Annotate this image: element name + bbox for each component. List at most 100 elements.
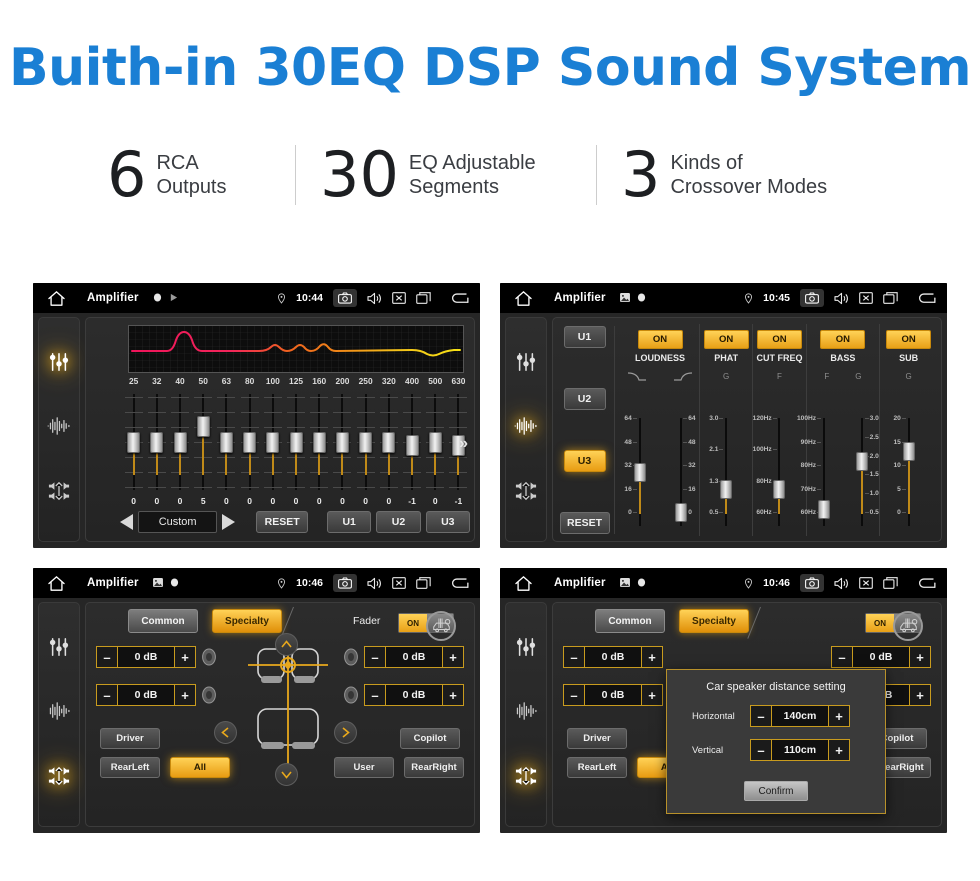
pan-up-button[interactable] xyxy=(275,633,298,656)
user-preset-u1-button[interactable]: U1 xyxy=(563,326,606,348)
decrement-button[interactable]: – xyxy=(831,646,853,668)
effect-slider[interactable]: 3.0 2.5 2.0 1.5 1.0 0.5 xyxy=(845,412,879,532)
slider-handle[interactable] xyxy=(720,480,733,499)
balance-icon[interactable] xyxy=(48,480,70,507)
effect-slider[interactable]: 100Hz 90Hz 80Hz 70Hz 60Hz xyxy=(797,412,841,532)
user-preset-u1-button[interactable]: U1 xyxy=(327,511,372,533)
increment-button[interactable]: + xyxy=(641,684,663,706)
slider-handle[interactable] xyxy=(196,416,210,437)
eq-band-slider[interactable]: 0 xyxy=(122,390,145,506)
slider-handle[interactable] xyxy=(289,432,303,453)
increment-button[interactable]: + xyxy=(641,646,663,668)
waveform-icon[interactable] xyxy=(47,417,71,440)
tab-specialty[interactable]: Specialty xyxy=(212,609,282,633)
seat-button-driver[interactable]: Driver xyxy=(100,728,160,749)
waveform-icon[interactable] xyxy=(514,417,538,440)
decrement-button[interactable]: – xyxy=(96,684,118,706)
equalizer-icon[interactable] xyxy=(515,352,537,377)
increment-button[interactable]: + xyxy=(442,646,464,668)
tab-common[interactable]: Common xyxy=(128,609,198,633)
recent-apps-icon[interactable] xyxy=(883,292,898,304)
seat-button-all[interactable]: All xyxy=(170,757,230,778)
home-icon[interactable] xyxy=(510,575,536,591)
recent-apps-icon[interactable] xyxy=(883,577,898,589)
slider-handle[interactable] xyxy=(633,463,646,482)
decrement-button[interactable]: – xyxy=(364,646,386,668)
back-icon[interactable] xyxy=(916,292,937,305)
slider-handle[interactable] xyxy=(856,452,868,471)
increment-button[interactable]: + xyxy=(828,705,850,727)
decrement-button[interactable]: – xyxy=(563,684,585,706)
decrement-button[interactable]: – xyxy=(750,739,772,761)
eq-band-slider[interactable]: 0 xyxy=(238,390,261,506)
slider-handle[interactable] xyxy=(359,432,373,453)
slider-handle[interactable] xyxy=(405,435,419,456)
effect-toggle-loudness[interactable]: ON xyxy=(637,330,683,349)
eq-band-slider[interactable]: 0 xyxy=(308,390,331,506)
volume-icon[interactable] xyxy=(367,577,382,590)
close-icon[interactable] xyxy=(392,577,406,589)
volume-icon[interactable] xyxy=(834,292,849,305)
waveform-icon[interactable] xyxy=(514,702,538,725)
effect-toggle-sub[interactable]: ON xyxy=(886,330,932,349)
decrement-button[interactable]: – xyxy=(364,684,386,706)
eq-band-slider[interactable]: 5 xyxy=(192,390,215,506)
close-icon[interactable] xyxy=(859,292,873,304)
user-preset-u3-button[interactable]: U3 xyxy=(425,511,470,533)
eq-slider-bank[interactable]: 0 0 0 5 0 0 0 0 0 0 0 0 -1 0 -1 xyxy=(122,390,470,506)
slider-handle[interactable] xyxy=(312,432,326,453)
eq-more-arrow[interactable]: » xyxy=(459,436,468,452)
seat-button-user[interactable]: User xyxy=(334,757,394,778)
waveform-icon[interactable] xyxy=(47,702,71,725)
slider-handle[interactable] xyxy=(773,480,786,499)
tab-specialty[interactable]: Specialty xyxy=(679,609,749,633)
increment-button[interactable]: + xyxy=(174,684,196,706)
decrement-button[interactable]: – xyxy=(563,646,585,668)
eq-band-slider[interactable]: 0 xyxy=(377,390,400,506)
car-settings-icon[interactable] xyxy=(426,611,456,641)
confirm-button[interactable]: Confirm xyxy=(744,781,808,801)
close-icon[interactable] xyxy=(392,292,406,304)
pan-right-button[interactable] xyxy=(334,721,357,744)
seat-button-rearleft[interactable]: RearLeft xyxy=(100,757,160,778)
balance-icon[interactable] xyxy=(48,765,70,792)
back-icon[interactable] xyxy=(916,577,937,590)
increment-button[interactable]: + xyxy=(442,684,464,706)
decrement-button[interactable]: – xyxy=(96,646,118,668)
recent-apps-icon[interactable] xyxy=(416,292,431,304)
recent-apps-icon[interactable] xyxy=(416,577,431,589)
eq-band-slider[interactable]: 0 xyxy=(331,390,354,506)
effect-toggle-phat[interactable]: ON xyxy=(703,330,749,349)
tab-common[interactable]: Common xyxy=(595,609,665,633)
close-icon[interactable] xyxy=(859,577,873,589)
home-icon[interactable] xyxy=(43,290,69,306)
pan-left-button[interactable] xyxy=(214,721,237,744)
balance-icon[interactable] xyxy=(515,480,537,507)
camera-icon[interactable] xyxy=(800,289,824,307)
effect-slider[interactable]: 3.0 2.1 1.3 0.5 xyxy=(707,412,745,532)
volume-icon[interactable] xyxy=(367,292,382,305)
equalizer-icon[interactable] xyxy=(48,352,70,377)
effect-slider[interactable]: 64 48 32 16 0 xyxy=(662,412,699,532)
increment-button[interactable]: + xyxy=(828,739,850,761)
user-preset-u2-button[interactable]: U2 xyxy=(376,511,421,533)
effect-toggle-cut-freq[interactable]: ON xyxy=(756,330,802,349)
eq-band-slider[interactable]: 0 xyxy=(424,390,447,506)
volume-icon[interactable] xyxy=(834,577,849,590)
eq-band-slider[interactable]: 0 xyxy=(168,390,191,506)
decrement-button[interactable]: – xyxy=(750,705,772,727)
pan-down-button[interactable] xyxy=(275,763,298,786)
equalizer-icon[interactable] xyxy=(515,637,537,662)
slider-handle[interactable] xyxy=(428,432,442,453)
user-preset-u3-button[interactable]: U3 xyxy=(563,450,606,472)
preset-next-button[interactable] xyxy=(222,514,236,530)
slider-handle[interactable] xyxy=(902,442,915,461)
balance-icon[interactable] xyxy=(515,765,537,792)
user-preset-u2-button[interactable]: U2 xyxy=(563,388,606,410)
eq-band-slider[interactable]: 0 xyxy=(284,390,307,506)
slider-handle[interactable] xyxy=(127,432,141,453)
slider-handle[interactable] xyxy=(817,500,830,519)
camera-icon[interactable] xyxy=(333,574,357,592)
increment-button[interactable]: + xyxy=(174,646,196,668)
seat-button-copilot[interactable]: Copilot xyxy=(400,728,460,749)
